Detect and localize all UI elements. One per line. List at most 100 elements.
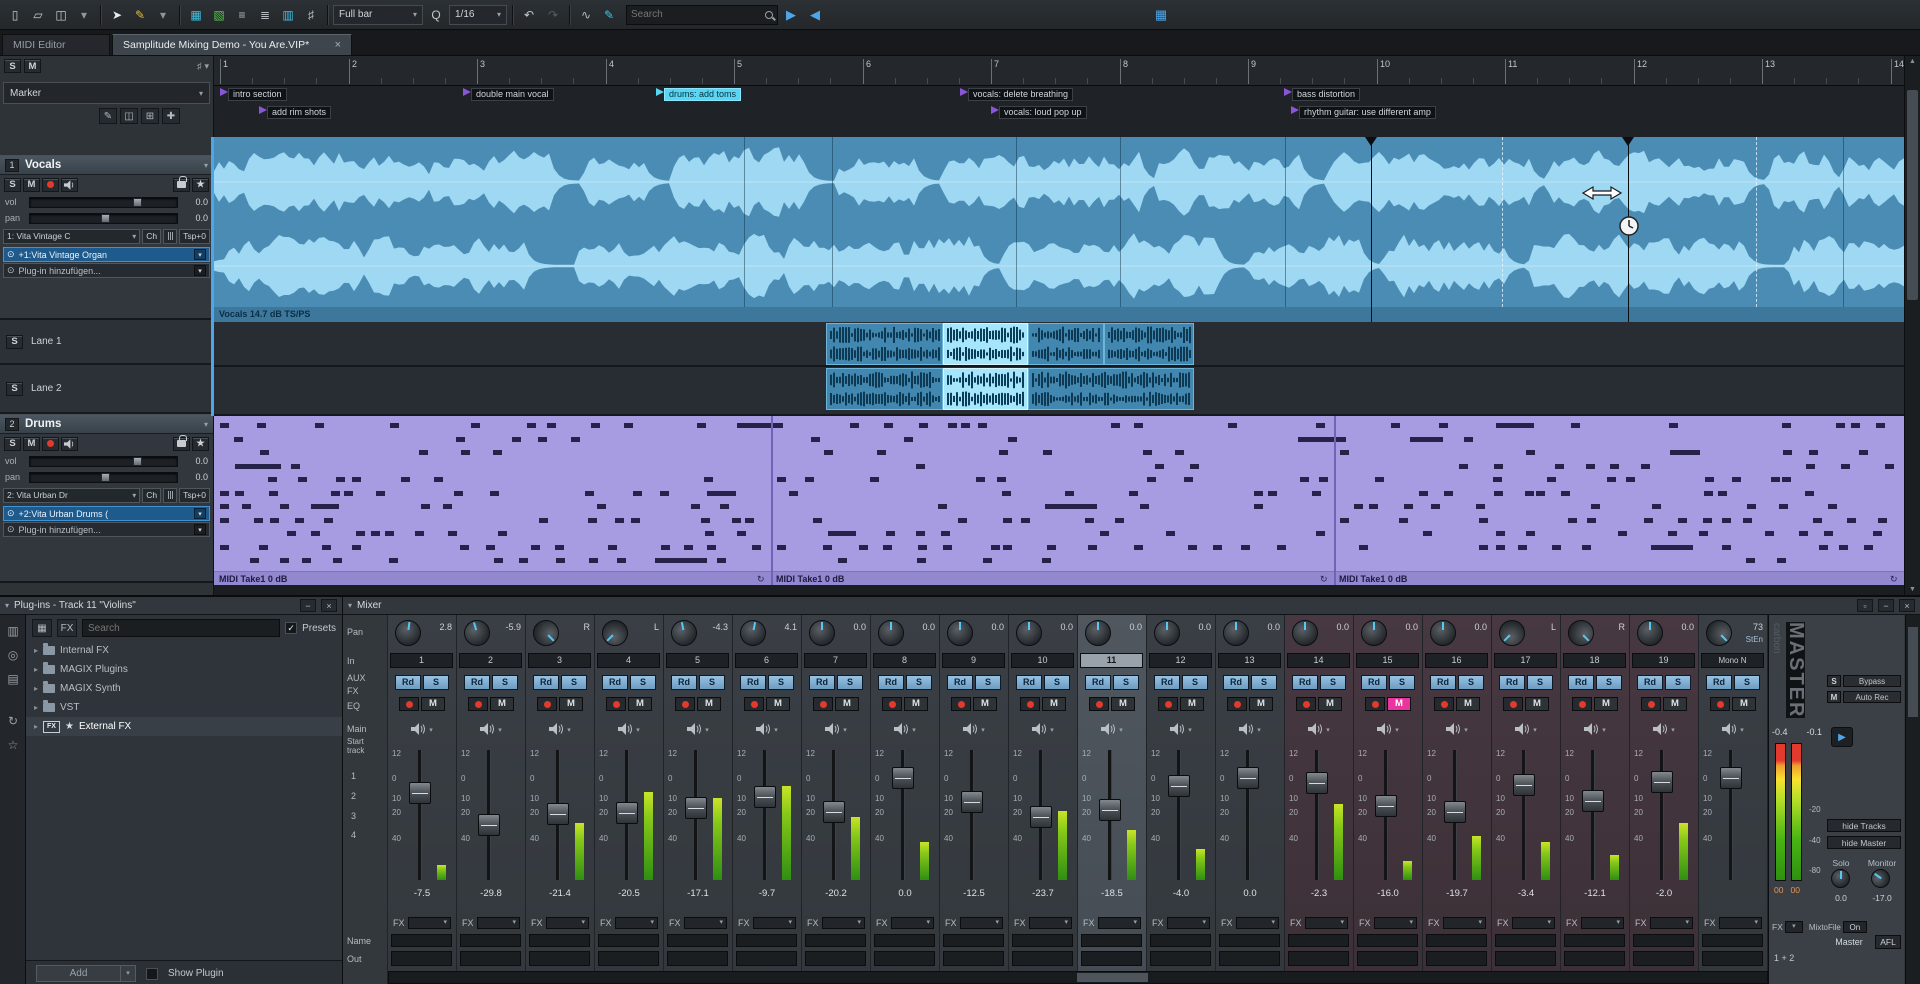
record-ready-button[interactable]: Rd xyxy=(533,675,559,690)
pan-knob[interactable] xyxy=(1085,620,1111,646)
track-mute-button[interactable]: M xyxy=(23,437,40,451)
midi-note[interactable] xyxy=(1496,545,1505,550)
channel-out-field[interactable] xyxy=(1495,951,1556,966)
solo-button[interactable]: S xyxy=(1458,675,1484,690)
midi-note[interactable] xyxy=(1670,450,1700,455)
channel-number[interactable]: 15 xyxy=(1356,653,1419,668)
midi-note[interactable] xyxy=(1300,477,1309,482)
fx-select[interactable]: ▾ xyxy=(1167,917,1210,929)
midi-note[interactable] xyxy=(704,477,713,482)
record-ready-button[interactable]: Rd xyxy=(1568,675,1594,690)
midi-note[interactable] xyxy=(917,558,926,563)
record-arm-button[interactable] xyxy=(744,697,764,711)
add-plugin-slot[interactable]: ⊙ Plug-in hinzufügen... ▾ xyxy=(3,263,210,278)
track-monitor-button[interactable] xyxy=(61,178,78,192)
midi-note[interactable] xyxy=(697,423,706,428)
track-favorite-button[interactable]: ★ xyxy=(192,178,209,192)
mute-button[interactable]: M xyxy=(1456,697,1480,711)
midi-note[interactable] xyxy=(1134,545,1143,550)
midi-note[interactable] xyxy=(918,545,927,550)
presets-checkbox[interactable]: ✓ xyxy=(285,622,297,634)
scroll-up-icon[interactable]: ▲ xyxy=(1905,58,1920,65)
record-arm-button[interactable] xyxy=(675,697,695,711)
midi-note[interactable] xyxy=(870,477,879,482)
midi-note[interactable] xyxy=(1404,504,1413,509)
mix-to-file-toggle[interactable]: On xyxy=(1843,921,1867,933)
fader-handle[interactable] xyxy=(754,786,776,808)
midi-note[interactable] xyxy=(1873,531,1882,536)
fx-select[interactable]: ▾ xyxy=(822,917,865,929)
midi-note[interactable] xyxy=(916,464,925,469)
solo-button[interactable]: S xyxy=(1665,675,1691,690)
channel-out-field[interactable] xyxy=(736,951,797,966)
midi-note[interactable] xyxy=(1568,518,1577,523)
output-select-arrow[interactable]: ▾ xyxy=(774,726,778,734)
midi-note[interactable] xyxy=(371,531,380,536)
fader-handle[interactable] xyxy=(1237,767,1259,789)
output-select-arrow[interactable]: ▾ xyxy=(1533,726,1537,734)
midi-note[interactable] xyxy=(333,558,342,563)
channel-number[interactable]: 11 xyxy=(1080,653,1143,668)
speaker-icon[interactable] xyxy=(963,723,978,738)
chevron-down-icon[interactable]: ▾ xyxy=(120,966,135,981)
record-ready-button[interactable]: Rd xyxy=(1154,675,1180,690)
channel-number[interactable]: 10 xyxy=(1011,653,1074,668)
midi-note[interactable] xyxy=(1166,531,1175,536)
midi-note[interactable] xyxy=(1476,504,1485,509)
timeline-marker[interactable]: intro section xyxy=(220,88,287,101)
midi-note[interactable] xyxy=(486,545,495,550)
plugin-search-input[interactable] xyxy=(82,619,280,637)
midi-note[interactable] xyxy=(624,423,633,428)
midi-note[interactable] xyxy=(1316,423,1325,428)
midi-note[interactable] xyxy=(919,423,928,428)
snap-select[interactable]: 1/16 ▾ xyxy=(449,5,507,25)
pan-knob[interactable] xyxy=(947,620,973,646)
channel-out-field[interactable] xyxy=(1288,951,1349,966)
channel-name-field[interactable] xyxy=(529,934,590,947)
midi-note[interactable] xyxy=(1547,477,1556,482)
record-arm-button[interactable] xyxy=(813,697,833,711)
midi-note[interactable] xyxy=(991,545,1000,550)
solo-button[interactable]: S xyxy=(630,675,656,690)
scrollbar-thumb[interactable] xyxy=(1077,973,1148,982)
midi-note[interactable] xyxy=(1111,423,1120,428)
pan-knob[interactable] xyxy=(597,615,634,651)
midi-note[interactable] xyxy=(916,531,925,536)
midi-note[interactable] xyxy=(961,423,970,428)
channel-number[interactable]: 5 xyxy=(666,653,729,668)
speaker-icon[interactable] xyxy=(1653,723,1668,738)
fx-select[interactable]: ▾ xyxy=(753,917,796,929)
midi-note[interactable] xyxy=(661,545,670,550)
midi-note[interactable] xyxy=(823,545,832,550)
volume-slider[interactable] xyxy=(29,197,178,208)
fader-handle[interactable] xyxy=(409,782,431,804)
midi-note[interactable] xyxy=(311,504,339,509)
midi-note[interactable] xyxy=(1375,477,1384,482)
midi-note[interactable] xyxy=(777,477,786,482)
mute-button[interactable]: M xyxy=(697,697,721,711)
fx-filter-button[interactable]: FX xyxy=(57,619,77,637)
chevron-down-icon[interactable]: ▾ xyxy=(5,601,9,610)
record-ready-button[interactable]: Rd xyxy=(395,675,421,690)
midi-note[interactable] xyxy=(660,491,669,496)
midi-note[interactable] xyxy=(454,491,463,496)
chevron-down-icon[interactable]: ▾ xyxy=(204,161,208,170)
midi-note[interactable] xyxy=(456,437,465,442)
pan-knob[interactable] xyxy=(1701,615,1738,651)
midi-note[interactable] xyxy=(1340,450,1349,455)
midi-note[interactable] xyxy=(1431,504,1440,509)
midi-note[interactable] xyxy=(1571,423,1580,428)
channel-out-field[interactable] xyxy=(460,951,521,966)
record-ready-button[interactable]: Rd xyxy=(1706,675,1732,690)
midi-note[interactable] xyxy=(385,531,394,536)
record-ready-button[interactable]: Rd xyxy=(1361,675,1387,690)
pan-knob[interactable] xyxy=(1292,620,1318,646)
fader-handle[interactable] xyxy=(1375,795,1397,817)
output-select-arrow[interactable]: ▾ xyxy=(1050,726,1054,734)
object-list-icon[interactable]: ≣ xyxy=(254,5,276,25)
solo-button[interactable]: S xyxy=(837,675,863,690)
channel-button[interactable]: Ch xyxy=(142,229,161,244)
midi-note[interactable] xyxy=(1312,491,1321,496)
channel-out-field[interactable] xyxy=(1426,951,1487,966)
channel-name-field[interactable] xyxy=(1564,934,1625,947)
